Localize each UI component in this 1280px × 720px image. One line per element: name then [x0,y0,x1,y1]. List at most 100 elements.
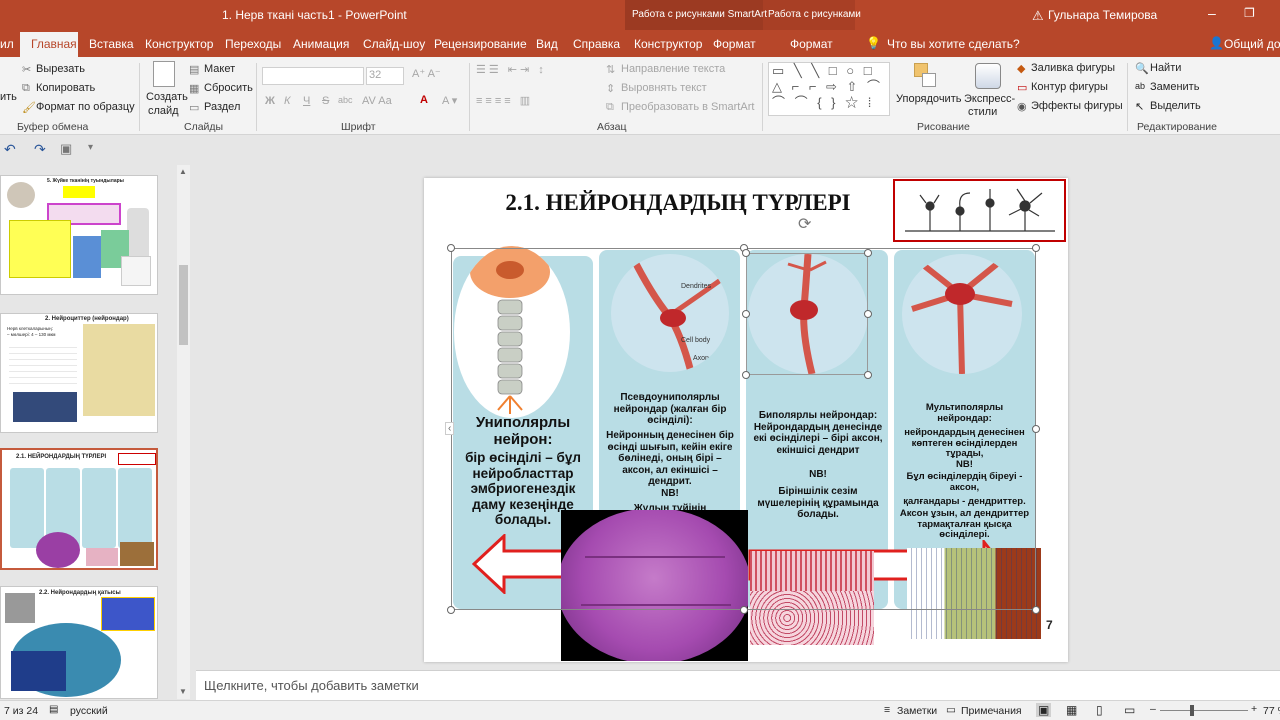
spacing-icon[interactable]: AV Aa [362,95,392,107]
lightbulb-icon: 💡 [866,36,881,50]
strike-button[interactable]: S [322,95,329,107]
list-icons[interactable]: ☰☰ ⇤⇥ ↕ [476,63,547,76]
highlight-icon[interactable]: A ▾ [442,94,457,107]
tab-insert[interactable]: Вставка [89,37,134,51]
resize-handle[interactable] [864,249,872,257]
tab-slideshow[interactable]: Слайд-шоу [363,37,425,51]
smartart-selection-frame[interactable] [451,248,1036,610]
restore-button[interactable]: ❐ [1244,6,1255,20]
share-button[interactable]: Общий дос [1224,37,1280,51]
neuron-types-image[interactable] [893,179,1066,242]
tab-file[interactable]: ил [0,37,14,51]
resize-handle[interactable] [864,371,872,379]
slide-thumbnail[interactable]: 2.2. Нейрондардың қатысы [0,586,158,699]
grow-font-icon[interactable]: A⁺ A⁻ [412,67,441,80]
resize-handle[interactable] [1032,606,1040,614]
slideshow-view-icon[interactable]: ▭ [1124,703,1135,717]
replace-button[interactable]: Заменить [1150,81,1199,93]
new-slide-label2: слайд [148,105,179,117]
comments-button[interactable]: Примечания [961,705,1022,717]
slide-title[interactable]: 2.1. НЕЙРОНДАРДЫҢ ТҮРЛЕРІ [468,190,888,216]
user-name[interactable]: Гульнара Темирова [1048,8,1157,22]
redo-icon[interactable]: ↷ [34,141,46,158]
notes-pane[interactable]: Щелкните, чтобы добавить заметки [196,670,1280,700]
italic-button[interactable]: К [284,95,290,107]
zoom-level[interactable]: 77 % [1263,705,1280,717]
shadow-button[interactable]: abc [338,95,353,105]
slide-sorter-icon[interactable]: ▦ [1066,703,1077,717]
reset-button[interactable]: Сбросить [204,82,253,94]
notes-button[interactable]: Заметки [897,705,937,717]
zoom-slider-thumb[interactable] [1190,705,1194,716]
font-color-icon[interactable]: A [420,94,428,106]
start-slideshow-icon[interactable]: ▣ [60,141,72,157]
format-painter-button[interactable]: Формат по образцу [36,101,135,113]
font-name-input[interactable] [262,67,364,85]
convert-smartart-button[interactable]: Преобразовать в SmartArt [621,101,754,113]
resize-handle[interactable] [1032,425,1040,433]
tab-picture-format[interactable]: Формат [790,37,833,51]
underline-button[interactable]: Ч [303,95,310,107]
tab-home[interactable]: Главная [31,37,77,51]
find-button[interactable]: Найти [1150,62,1181,74]
undo-icon[interactable]: ↶ [4,141,16,158]
tab-animations[interactable]: Анимация [293,37,349,51]
bold-button[interactable]: Ж [265,95,275,107]
expand-text-pane-icon[interactable]: ‹ [445,422,455,435]
arrange-button[interactable]: Упорядочить [896,93,961,105]
reading-view-icon[interactable]: ▯ [1096,703,1103,717]
resize-handle[interactable] [742,371,750,379]
section-button[interactable]: Раздел [204,101,240,113]
shape-fill-button[interactable]: Заливка фигуры [1031,62,1115,74]
align-text-button[interactable]: Выровнять текст [621,82,707,94]
tab-smartart-design[interactable]: Конструктор [634,37,702,51]
resize-handle[interactable] [447,244,455,252]
shape-effects-button[interactable]: Эффекты фигуры [1031,100,1123,112]
slide-thumbnail[interactable]: 2. Нейроциттер (нейрондар) Нерв клеткала… [0,313,158,433]
zoom-slider[interactable] [1160,710,1248,711]
resize-handle[interactable] [864,310,872,318]
scroll-up-icon[interactable]: ▲ [179,167,187,176]
resize-handle[interactable] [1032,244,1040,252]
text-direction-button[interactable]: Направление текста [621,63,725,75]
resize-handle[interactable] [740,606,748,614]
thumbnail-scrollbar[interactable]: ▲ ▼ [177,165,190,699]
slide-thumbnail-current[interactable]: 2.1. НЕЙРОНДАРДЫҢ ТҮРЛЕРІ [0,448,158,570]
normal-view-icon[interactable]: ▣ [1036,703,1052,717]
copy-button[interactable]: Копировать [36,82,95,94]
tab-help[interactable]: Справка [573,37,620,51]
paste-button[interactable]: ить [0,91,17,103]
tell-me-box[interactable]: Что вы хотите сделать? [887,37,1020,51]
tab-design[interactable]: Конструктор [145,37,213,51]
image-selection-frame[interactable] [746,253,868,375]
select-button[interactable]: Выделить [1150,100,1201,112]
cut-icon: ✂ [22,64,32,76]
resize-handle[interactable] [742,310,750,318]
scroll-down-icon[interactable]: ▼ [179,687,187,696]
tab-review[interactable]: Рецензирование [434,37,527,51]
resize-handle[interactable] [447,606,455,614]
layout-button[interactable]: Макет [204,63,235,75]
resize-handle[interactable] [742,249,750,257]
cut-button[interactable]: Вырезать [36,63,85,75]
font-size-input[interactable]: 32 [366,67,404,85]
language-status[interactable]: русский [70,705,108,717]
tab-transitions[interactable]: Переходы [225,37,281,51]
ribbon-tabs: ил Главная Вставка Конструктор Переходы … [0,30,1280,57]
new-slide-button[interactable]: Создать [146,91,188,103]
rotate-handle-icon[interactable]: ⟳ [798,214,811,234]
customize-qat-icon[interactable]: ▾ [88,142,93,153]
proofing-icon[interactable]: ▤ [49,704,58,715]
shapes-gallery[interactable]: ▭ ╲ ╲ □ ○ □ △ ⌐ ⌐ ⇨ ⇧ ⌒ ⌒ ⌒ { } ☆ ⁞ [768,62,890,116]
zoom-out-icon[interactable]: – [1150,703,1156,715]
minimize-button[interactable]: – [1208,5,1216,21]
tab-view[interactable]: Вид [536,37,558,51]
slide[interactable]: 2.1. НЕЙРОНДАРДЫҢ ТҮРЛЕРІ Униполярлы ней… [424,178,1068,662]
shape-outline-button[interactable]: Контур фигуры [1031,81,1108,93]
zoom-in-icon[interactable]: + [1251,703,1257,715]
slide-thumbnail[interactable]: 5. Жүйке тканінің туындылары [0,175,158,295]
tab-smartart-format[interactable]: Формат [713,37,756,51]
align-icons[interactable]: ≡≡≡≡ ▥ [476,94,533,107]
notes-placeholder[interactable]: Щелкните, чтобы добавить заметки [204,678,419,693]
quick-styles-button[interactable]: Экспресс- [964,93,1015,105]
